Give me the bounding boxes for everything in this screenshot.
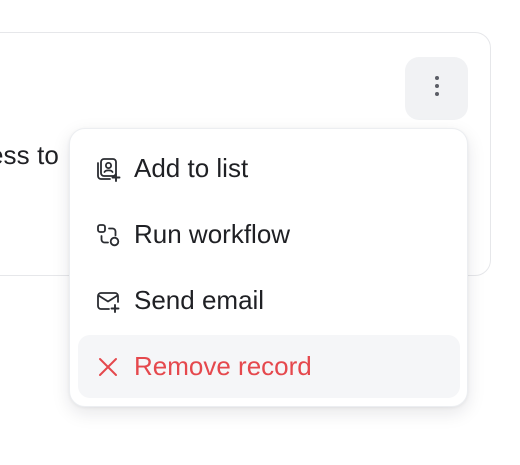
menu-item-add-to-list[interactable]: Add to list xyxy=(78,137,460,200)
workflow-icon xyxy=(94,221,122,249)
menu-item-remove-record[interactable]: Remove record xyxy=(78,335,460,398)
menu-item-label: Add to list xyxy=(134,153,249,183)
card-text: ess to xyxy=(0,140,59,170)
more-options-button[interactable] xyxy=(405,57,468,120)
send-email-icon xyxy=(94,287,122,315)
actions-menu: Add to list Run workflow Send email Remo… xyxy=(69,128,468,407)
menu-item-label: Remove record xyxy=(134,351,312,381)
close-icon xyxy=(94,353,122,381)
add-to-list-icon xyxy=(94,155,122,183)
menu-item-label: Run workflow xyxy=(134,219,291,249)
menu-item-send-email[interactable]: Send email xyxy=(78,269,460,332)
menu-item-label: Send email xyxy=(134,285,265,315)
menu-item-run-workflow[interactable]: Run workflow xyxy=(78,203,460,266)
vertical-ellipsis-icon xyxy=(434,74,440,103)
